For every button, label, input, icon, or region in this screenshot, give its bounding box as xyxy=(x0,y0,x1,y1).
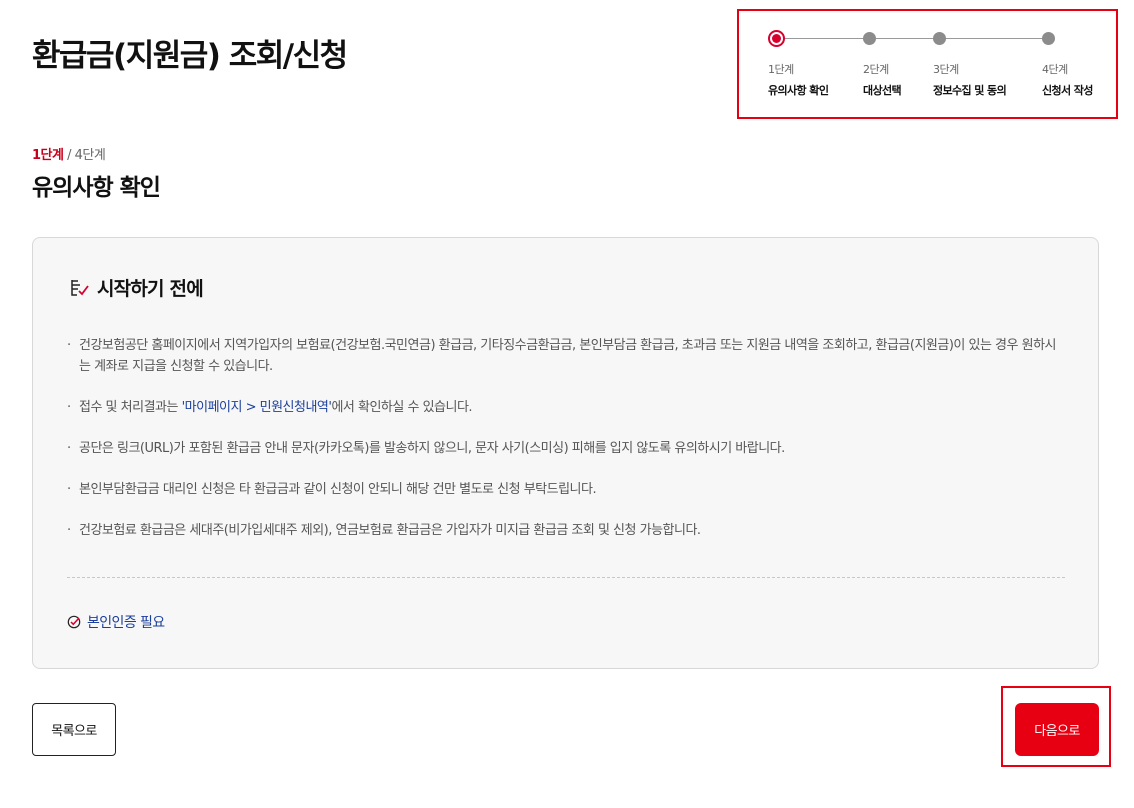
step-4-number: 4단계 xyxy=(1042,63,1068,76)
stepper-line xyxy=(777,38,1049,39)
next-button[interactable]: 다음으로 xyxy=(1015,703,1099,756)
notice-list: 건강보험공단 홈페이지에서 지역가입자의 보험료(건강보험.국민연금) 환급금,… xyxy=(67,335,1067,541)
notice-item: 건강보험공단 홈페이지에서 지역가입자의 보험료(건강보험.국민연금) 환급금,… xyxy=(67,335,1067,377)
notice-item-prefix: 접수 및 처리결과는 xyxy=(79,400,182,415)
stage-separator: / xyxy=(63,148,75,163)
notice-title-text: 시작하기 전에 xyxy=(97,278,204,300)
stage-total: 4단계 xyxy=(74,148,106,163)
notice-title: 시작하기 전에 xyxy=(69,274,204,301)
stage-heading: 유의사항 확인 xyxy=(32,175,161,201)
auth-required-notice: 본인인증 필요 xyxy=(67,612,165,632)
step-4-name: 신청서 작성 xyxy=(1042,84,1093,97)
step-4-dot xyxy=(1042,32,1055,45)
checklist-icon xyxy=(71,279,89,296)
stage-indicator: 1단계 / 4단계 xyxy=(32,144,106,163)
auth-required-label: 본인인증 필요 xyxy=(87,615,165,631)
step-1-number: 1단계 xyxy=(768,63,794,76)
back-to-list-button[interactable]: 목록으로 xyxy=(32,703,116,756)
notice-item: 접수 및 처리결과는 '마이페이지 > 민원신청내역'에서 확인하실 수 있습니… xyxy=(67,397,1067,418)
progress-stepper: 1단계 2단계 3단계 4단계 유의사항 확인 대상선택 정보수집 및 동의 신… xyxy=(737,9,1118,119)
step-3-number: 3단계 xyxy=(933,63,959,76)
notice-item: 건강보험료 환급금은 세대주(비가입세대주 제외), 연금보험료 환급금은 가입… xyxy=(67,520,1067,541)
step-2-number: 2단계 xyxy=(863,63,889,76)
step-1-name: 유의사항 확인 xyxy=(768,84,829,97)
notice-item: 공단은 링크(URL)가 포함된 환급금 안내 문자(카카오톡)를 발송하지 않… xyxy=(67,438,1067,459)
stage-current: 1단계 xyxy=(32,148,64,163)
step-2-dot xyxy=(863,32,876,45)
notice-item: 본인부담환급금 대리인 신청은 타 환급금과 같이 신청이 안되니 해당 건만 … xyxy=(67,479,1067,500)
mypage-request-history-link[interactable]: '마이페이지 > 민원신청내역' xyxy=(182,400,332,415)
notice-item-suffix: 에서 확인하실 수 있습니다. xyxy=(331,400,473,415)
page-title: 환급금(지원금) 조회/신청 xyxy=(32,38,348,74)
check-circle-icon xyxy=(67,615,81,629)
step-3-dot xyxy=(933,32,946,45)
step-3-name: 정보수집 및 동의 xyxy=(933,84,1007,97)
notice-box: 시작하기 전에 건강보험공단 홈페이지에서 지역가입자의 보험료(건강보험.국민… xyxy=(32,237,1099,669)
step-2-name: 대상선택 xyxy=(863,84,902,97)
page: 환급금(지원금) 조회/신청 1단계 2단계 3단계 4단계 유의사항 확인 대… xyxy=(0,0,1134,808)
step-1-dot-active xyxy=(768,30,785,47)
dashed-divider xyxy=(67,577,1065,578)
